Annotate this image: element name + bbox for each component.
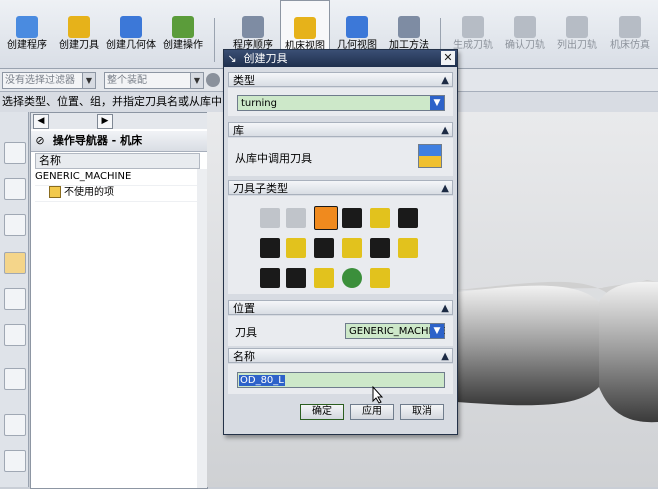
verify-path-button[interactable]: 确认刀轨 xyxy=(500,0,550,66)
create-tool-button[interactable]: 创建刀具 xyxy=(54,0,104,66)
chevron-up-icon: ▲ xyxy=(441,351,449,362)
program-order-icon xyxy=(242,16,264,38)
section-name-header[interactable]: 名称 ▲ xyxy=(228,348,453,363)
chevron-up-icon: ▲ xyxy=(441,183,449,194)
button-tool-icon[interactable] xyxy=(314,268,334,288)
list-path-icon xyxy=(566,16,588,38)
id-55-tool-icon[interactable] xyxy=(314,238,334,258)
retrieve-from-library-button[interactable] xyxy=(418,144,442,168)
generate-path-icon xyxy=(462,16,484,38)
part-navigator-icon[interactable] xyxy=(4,178,26,200)
section-location-header[interactable]: 位置 ▲ xyxy=(228,300,453,315)
geometry-view-icon xyxy=(346,16,368,38)
od-80-r-tool-icon[interactable] xyxy=(342,208,362,228)
create-program-icon xyxy=(16,16,38,38)
operation-navigator-icon[interactable] xyxy=(4,252,26,274)
machine-sim-icon xyxy=(619,16,641,38)
chevron-down-icon: ▼ xyxy=(430,96,444,110)
create-operation-button[interactable]: 创建操作 xyxy=(158,0,208,66)
machining-method-icon xyxy=(398,16,420,38)
dialog-title: 创建刀具 xyxy=(243,52,288,65)
location-panel: 刀具 GENERIC_MACHINE ▼ xyxy=(228,316,453,346)
toolbar-divider xyxy=(214,18,215,62)
chevron-down-icon: ▼ xyxy=(82,73,95,88)
navigator-icon[interactable] xyxy=(4,142,26,164)
section-type-header[interactable]: 类型 ▲ xyxy=(228,72,453,87)
od-80-l-tool-icon[interactable] xyxy=(314,206,338,230)
id-grooving-tool-icon[interactable] xyxy=(342,238,362,258)
create-operation-icon xyxy=(172,16,194,38)
type-select[interactable]: turning ▼ xyxy=(237,95,445,111)
selection-filter-select[interactable]: 没有选择过滤器 ▼ xyxy=(2,72,96,89)
create-geometry-icon xyxy=(120,16,142,38)
od-55-l-tool-icon[interactable] xyxy=(370,208,390,228)
assembly-select[interactable]: 整个装配 ▼ xyxy=(104,72,204,89)
turret-tool-icon[interactable] xyxy=(342,268,362,288)
od-thread-tool-icon[interactable] xyxy=(370,238,390,258)
tool-name-field[interactable]: OD_80_L xyxy=(237,372,445,388)
mouse-pointer-icon xyxy=(372,386,384,404)
tree-row-machine[interactable]: GENERIC_MACHINE xyxy=(35,169,198,186)
location-tool-select[interactable]: GENERIC_MACHINE ▼ xyxy=(345,323,445,339)
id-80-tool-icon[interactable] xyxy=(286,238,306,258)
center-drill-tool-icon[interactable] xyxy=(260,208,280,228)
arrow-left-icon[interactable]: ◀ xyxy=(33,114,49,129)
tool-icon: ↘ xyxy=(227,52,237,65)
section-subtype-header[interactable]: 刀具子类型 ▲ xyxy=(228,180,453,195)
operation-navigator: ◀ ▶ ⊘ 操作导航器 - 机床 名称 GENERIC_MACHINE 不使用的… xyxy=(30,112,208,489)
navigator-title: 操作导航器 - 机床 xyxy=(52,134,143,147)
create-tool-icon xyxy=(68,16,90,38)
section-library-header[interactable]: 库 ▲ xyxy=(228,122,453,137)
verify-path-icon xyxy=(514,16,536,38)
filter-options-icon[interactable] xyxy=(206,73,220,87)
chevron-up-icon: ▲ xyxy=(441,303,449,314)
library-label: 从库中调用刀具 xyxy=(235,152,312,165)
id-thread-tool-icon[interactable] xyxy=(398,238,418,258)
system-materials-icon[interactable] xyxy=(4,450,26,472)
parting-tool-icon[interactable] xyxy=(286,268,306,288)
chevron-up-icon: ▲ xyxy=(441,75,449,86)
close-icon[interactable]: ✕ xyxy=(441,51,455,65)
column-header-name[interactable]: 名称 xyxy=(35,153,200,169)
od-55-r-tool-icon[interactable] xyxy=(398,208,418,228)
location-tool-label: 刀具 xyxy=(235,326,257,339)
web-browser-icon[interactable] xyxy=(4,368,26,390)
navigator-arrow-bar: ◀ ▶ xyxy=(31,113,207,129)
chevron-up-icon: ▲ xyxy=(441,125,449,136)
ok-button[interactable]: 确定 xyxy=(300,404,344,420)
subtype-panel xyxy=(228,196,453,294)
arrow-right-icon[interactable]: ▶ xyxy=(97,114,113,129)
form-tool-icon[interactable] xyxy=(260,268,280,288)
probe-tool-icon[interactable] xyxy=(370,268,390,288)
assembly-navigator-icon[interactable] xyxy=(4,214,26,236)
create-program-button[interactable]: 创建程序 xyxy=(2,0,52,66)
machine-tool-navigator-icon[interactable] xyxy=(4,288,26,310)
history-icon[interactable] xyxy=(4,414,26,436)
chevron-down-icon: ▼ xyxy=(190,73,203,88)
tree-row-unused[interactable]: 不使用的项 xyxy=(35,185,198,202)
create-tool-dialog: ↘ 创建刀具 ✕ 类型 ▲ turning ▼ 库 ▲ 从库中调用刀具 刀具子类… xyxy=(223,49,458,435)
pin-icon[interactable]: ⊘ xyxy=(31,131,49,151)
drill-tool-icon[interactable] xyxy=(286,208,306,228)
machine-view-icon xyxy=(294,17,316,39)
apply-button[interactable]: 应用 xyxy=(350,404,394,420)
machine-sim-button[interactable]: 机床仿真 xyxy=(604,0,656,66)
reuse-library-icon[interactable] xyxy=(4,324,26,346)
name-panel: OD_80_L xyxy=(228,364,453,394)
cancel-button[interactable]: 取消 xyxy=(400,404,444,420)
list-path-button[interactable]: 列出刀轨 xyxy=(552,0,602,66)
library-panel: 从库中调用刀具 xyxy=(228,138,453,176)
navigator-scrollbar[interactable] xyxy=(197,169,207,488)
type-panel: turning ▼ xyxy=(228,88,453,116)
navigator-title-bar: ⊘ 操作导航器 - 机床 xyxy=(31,131,207,152)
dialog-title-bar[interactable]: ↘ 创建刀具 ✕ xyxy=(224,50,457,67)
create-geometry-button[interactable]: 创建几何体 xyxy=(106,0,156,66)
od-grooving-tool-icon[interactable] xyxy=(260,238,280,258)
resource-bar xyxy=(0,112,29,487)
chevron-down-icon: ▼ xyxy=(430,324,444,338)
folder-icon xyxy=(49,186,61,198)
